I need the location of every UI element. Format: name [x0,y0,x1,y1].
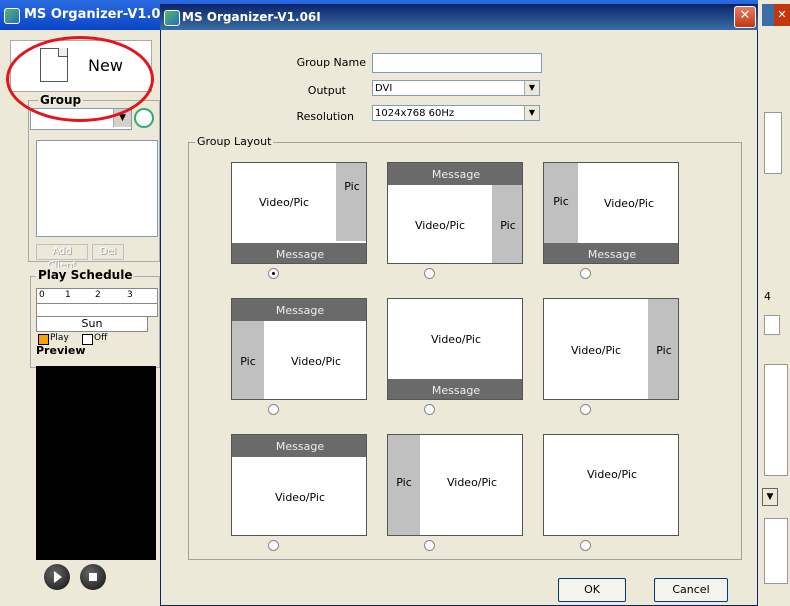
pic-zone: Pic [544,163,578,243]
group-list[interactable] [36,140,158,237]
layout-radio-3[interactable] [580,268,591,279]
message-bar: Message [232,435,366,457]
message-bar: Message [544,243,678,263]
video-zone: Video/Pic [420,435,522,535]
add-client-button[interactable]: Add Client [36,244,88,271]
message-bar: Message [388,379,522,399]
message-bar: Message [232,299,366,321]
layout-radio-7[interactable] [268,540,279,551]
layout-option-8[interactable]: Pic Video/Pic [387,434,523,536]
main-window-title: MS Organizer-V1.0 [24,7,161,22]
tick-label: 0 [39,290,45,300]
video-zone: Video/Pic [570,343,622,357]
pic-zone: Pic [336,163,366,241]
layout-radio-1[interactable] [268,268,279,279]
layout-option-2[interactable]: Message Video/Pic Pic [387,162,523,264]
dialog-app-icon [164,10,180,26]
layout-option-5[interactable]: Video/Pic Message [387,298,523,400]
video-zone: Video/Pic [544,435,678,525]
message-bar: Message [388,163,522,185]
right-panel-box [764,112,782,174]
layout-option-3[interactable]: Pic Video/Pic Message [543,162,679,264]
tick-label: 3 [127,290,133,300]
video-zone: Video/Pic [258,195,310,209]
pic-label: Pic [396,475,412,489]
off-legend-label: Off [94,333,108,343]
right-edge-digit: 4 [764,290,771,303]
restore-icon[interactable] [762,4,774,26]
layout-radio-5[interactable] [424,404,435,415]
main-window-right-edge [758,0,790,606]
right-edge-field[interactable] [764,315,780,335]
close-button[interactable]: ✕ [734,6,756,28]
pic-label: Pic [344,179,360,193]
group-layout-label: Group Layout [195,135,274,148]
video-zone: Video/Pic [603,196,655,210]
delete-button[interactable]: Del [92,244,124,260]
schedule-row[interactable] [36,303,158,317]
layout-option-1[interactable]: Video/Pic Pic Message [231,162,367,264]
pic-zone: Pic [232,321,264,399]
video-label: Video/Pic [586,467,638,481]
annotation-circle [6,36,154,122]
layout-option-4[interactable]: Message Pic Video/Pic [231,298,367,400]
layout-radio-9[interactable] [580,540,591,551]
play-icon [54,571,62,583]
pic-zone: Pic [388,435,420,535]
video-zone: Video/Pic [414,218,466,232]
right-edge-box [764,518,788,584]
play-schedule-label: Play Schedule [36,268,135,282]
stop-icon [89,573,97,581]
pic-zone: Pic [492,185,522,263]
play-legend-label: Play [50,333,69,343]
preview-label: Preview [36,344,86,357]
layout-radio-6[interactable] [580,404,591,415]
app-icon [4,8,20,24]
message-bar: Message [232,243,366,263]
tick-label: 1 [65,290,71,300]
output-select[interactable]: DVI ▼ [372,80,540,96]
ok-button[interactable]: OK [558,578,626,602]
group-name-label: Group Name [296,56,366,69]
layout-radio-4[interactable] [268,404,279,415]
resolution-select[interactable]: 1024x768 60Hz ▼ [372,105,540,121]
cancel-button[interactable]: Cancel [654,578,728,602]
output-label: Output [307,84,346,97]
pic-zone: Pic [648,299,678,399]
resolution-label: Resolution [296,110,354,123]
layout-option-9[interactable]: Video/Pic [543,434,679,536]
layout-option-7[interactable]: Message Video/Pic [231,434,367,536]
group-name-input[interactable] [372,53,542,73]
day-cell[interactable]: Sun [36,316,148,332]
edit-icon[interactable] [134,108,154,128]
dialog-title-bar[interactable]: MS Organizer-V1.06I [160,4,758,30]
video-zone: Video/Pic [430,332,482,346]
layout-radio-8[interactable] [424,540,435,551]
layout-option-6[interactable]: Video/Pic Pic [543,298,679,400]
output-value: DVI [375,83,393,94]
right-edge-list [764,364,788,476]
dialog-title: MS Organizer-V1.06I [182,10,321,24]
resolution-value: 1024x768 60Hz [375,108,455,119]
video-zone: Video/Pic [274,490,326,504]
pic-label: Pic [553,194,569,208]
preview-screen [36,366,156,560]
main-close-button[interactable]: ✕ [774,4,790,26]
chevron-down-icon[interactable]: ▼ [524,81,539,95]
chevron-down-icon[interactable]: ▼ [762,488,778,506]
play-button[interactable] [44,564,70,590]
video-label: Video/Pic [446,475,498,489]
video-zone: Video/Pic [290,354,342,368]
timeline-ruler: 0 1 2 3 [36,288,158,304]
layout-radio-2[interactable] [424,268,435,279]
chevron-down-icon[interactable]: ▼ [524,106,539,120]
tick-label: 2 [95,290,101,300]
stop-button[interactable] [80,564,106,590]
